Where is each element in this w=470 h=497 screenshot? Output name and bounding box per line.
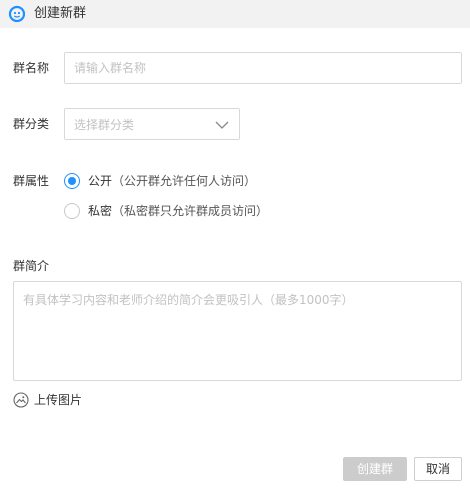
upload-image-label: 上传图片 (34, 393, 83, 407)
group-name-input[interactable] (64, 52, 462, 84)
group-intro-textarea[interactable] (13, 281, 462, 381)
radio-private-label: 私密 (88, 204, 113, 218)
image-upload-icon (13, 392, 29, 408)
radio-private-button[interactable] (64, 203, 80, 219)
group-property-label: 群属性 (13, 174, 50, 188)
radio-public-button[interactable] (64, 173, 80, 189)
radio-public-desc: （公开群允许任何人访问） (112, 174, 257, 188)
chevron-down-icon (215, 121, 229, 129)
group-category-select[interactable]: 选择群分类 (64, 108, 240, 140)
title-bar: 创建新群 (0, 0, 470, 28)
group-intro-label: 群简介 (13, 259, 50, 273)
smiley-logo-icon (8, 5, 26, 23)
cancel-button[interactable]: 取消 (414, 457, 462, 481)
create-group-button[interactable]: 创建群 (343, 457, 407, 481)
group-name-label: 群名称 (13, 61, 50, 75)
radio-private-desc: （私密群只允许群成员访问） (112, 204, 269, 218)
group-category-label: 群分类 (13, 117, 50, 131)
radio-public-label: 公开 (88, 174, 113, 188)
category-select-placeholder: 选择群分类 (74, 118, 135, 132)
window-title: 创建新群 (34, 6, 87, 21)
